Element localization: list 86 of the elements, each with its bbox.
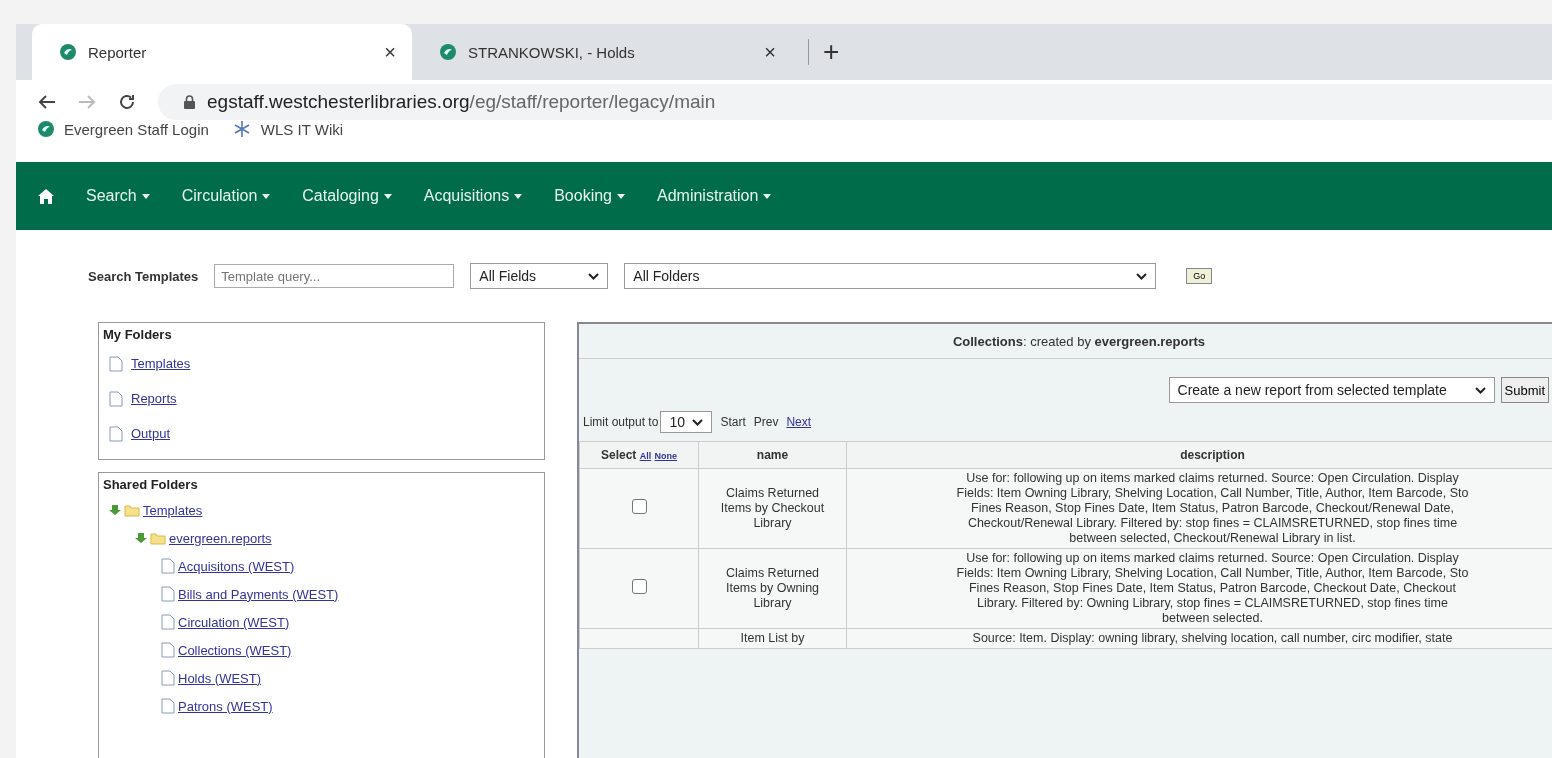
- new-tab-button[interactable]: +: [808, 39, 840, 65]
- chevron-icon: [1474, 386, 1486, 394]
- document-icon: [109, 355, 123, 372]
- document-icon: [109, 390, 123, 407]
- document-icon: [161, 614, 175, 630]
- caret-icon: [514, 193, 523, 199]
- back-icon[interactable]: [38, 94, 56, 110]
- reload-icon[interactable]: [118, 93, 136, 111]
- nav-menu[interactable]: Circulation: [181, 187, 271, 205]
- row-checkbox[interactable]: [631, 579, 647, 594]
- caret-icon: [617, 193, 625, 199]
- document-icon: [109, 425, 123, 442]
- panel-title: Shared Folders: [103, 477, 199, 492]
- folder-link[interactable]: Acquisitons (WEST): [178, 558, 295, 574]
- pager-text: Prev: [753, 415, 779, 429]
- template-query-field[interactable]: Template query...: [214, 264, 455, 288]
- pager-link[interactable]: Next: [786, 415, 812, 429]
- caret-icon: [383, 193, 392, 199]
- limit-select[interactable]: 10: [660, 411, 713, 433]
- folders-select[interactable]: All Folders: [624, 263, 1157, 289]
- fields-select[interactable]: All Fields: [470, 263, 609, 289]
- folder-link[interactable]: evergreen.reports: [169, 530, 272, 546]
- evergreen-logo-icon: [60, 44, 76, 60]
- nav-menu[interactable]: Search: [86, 187, 150, 205]
- search-label: Search Templates: [88, 268, 199, 284]
- nav-menu[interactable]: Administration: [657, 187, 772, 205]
- caret-icon: [763, 193, 772, 199]
- select-none-link[interactable]: None: [654, 451, 678, 461]
- nav-menu[interactable]: Acquisitions: [423, 187, 523, 205]
- folder-link[interactable]: Templates: [143, 502, 203, 518]
- folder-link[interactable]: Output: [131, 426, 171, 441]
- collapse-arrow-icon[interactable]: [135, 532, 147, 544]
- folder-link[interactable]: Holds (WEST): [178, 670, 262, 686]
- home-icon[interactable]: [38, 188, 54, 204]
- evergreen-logo-icon: [38, 121, 54, 137]
- template-description: Source: Item. Display: owning library, shelving location, call number, circ modifier, state: [846, 628, 1552, 649]
- column-header: description: [846, 441, 1552, 469]
- chevron-icon: [692, 418, 704, 426]
- panel-title: My Folders: [103, 327, 173, 342]
- url-text: egstaff.westchesterlibraries.org/eg/staff/reporter/legacy/main: [207, 91, 716, 113]
- evergreen-logo-icon: [440, 44, 456, 60]
- collection-title: Collections: created by evergreen.reports: [952, 333, 1206, 349]
- document-icon: [161, 586, 175, 602]
- folder-link[interactable]: Reports: [131, 391, 177, 406]
- go-button[interactable]: Go: [1186, 268, 1213, 284]
- folder-icon: [150, 531, 166, 545]
- folder-link[interactable]: Circulation (WEST): [178, 614, 290, 630]
- submit-button[interactable]: Submit: [1500, 377, 1549, 403]
- snowflake-icon: [232, 120, 251, 138]
- folder-link[interactable]: Collections (WEST): [178, 642, 292, 658]
- column-header: Select: [600, 448, 637, 462]
- close-tab-button[interactable]: ×: [384, 40, 396, 64]
- tab-title: Reporter: [88, 43, 148, 61]
- close-tab-button[interactable]: ×: [764, 40, 776, 64]
- browser-tab[interactable]: STRANKOWSKI, - Holds ×: [412, 24, 792, 80]
- action-select[interactable]: Create a new report from selected template: [1168, 377, 1495, 403]
- folder-link[interactable]: Bills and Payments (WEST): [178, 586, 339, 602]
- caret-icon: [141, 193, 150, 199]
- document-icon: [161, 670, 175, 686]
- collapse-arrow-icon[interactable]: [109, 504, 121, 516]
- folder-link[interactable]: Templates: [131, 356, 191, 371]
- lock-icon: [184, 95, 195, 109]
- pager-text: Start: [720, 415, 746, 429]
- address-bar[interactable]: egstaff.westchesterlibraries.org/eg/staff/reporter/legacy/main: [158, 84, 1552, 120]
- caret-icon: [262, 193, 271, 199]
- template-description: Use for: following up on items marked claims returned. Source: Open Circulation. Display Fields: Item Owning Library, Shelving Location, Call Number, Title, Author, Item Barcode, Sto Fines Reason, Stop Fines Date, Item Status, Patron Barcode, Checkout Date, Checkout Library. Filtered by: Owning Library, stop fines = CLAIMSRETURNED, stop fines time between selected.: [846, 548, 1552, 629]
- column-header: name: [698, 441, 847, 469]
- template-description: Use for: following up on items marked claims returned. Source: Open Circulation. Display Fields: Item Owning Library, Shelving Location, Call Number, Title, Author, Item Barcode, Sto Fines Reason, Stop Fines Date, Item Status, Patron Barcode, Checkout/Renewal Date, Checkout/Renewal Library. Filtered by: stop fines = CLAIMSRETURNED, stop fines time between selected, Checkout/Renewal Library in list.: [846, 468, 1552, 549]
- document-icon: [161, 558, 175, 574]
- row-checkbox[interactable]: [631, 499, 647, 514]
- template-name: Claims Returned Items by Checkout Library: [698, 468, 847, 549]
- document-icon: [161, 642, 175, 658]
- bookmark[interactable]: WLS IT Wiki: [232, 120, 344, 138]
- limit-label: Limit output to: [583, 415, 659, 429]
- folder-link[interactable]: Patrons (WEST): [178, 698, 273, 714]
- nav-menu[interactable]: Booking: [554, 187, 625, 205]
- template-name: Claims Returned Items by Owning Library: [698, 548, 847, 629]
- chevron-icon: [1136, 272, 1148, 280]
- select-all-link[interactable]: All: [639, 451, 652, 461]
- bookmark[interactable]: Evergreen Staff Login: [38, 120, 209, 138]
- chevron-icon: [588, 272, 600, 280]
- nav-menu[interactable]: Cataloging: [302, 187, 392, 205]
- folder-icon: [124, 503, 140, 517]
- tab-title: STRANKOWSKI, - Holds: [468, 43, 636, 61]
- document-icon: [161, 698, 175, 714]
- browser-tab[interactable]: Reporter ×: [32, 24, 412, 80]
